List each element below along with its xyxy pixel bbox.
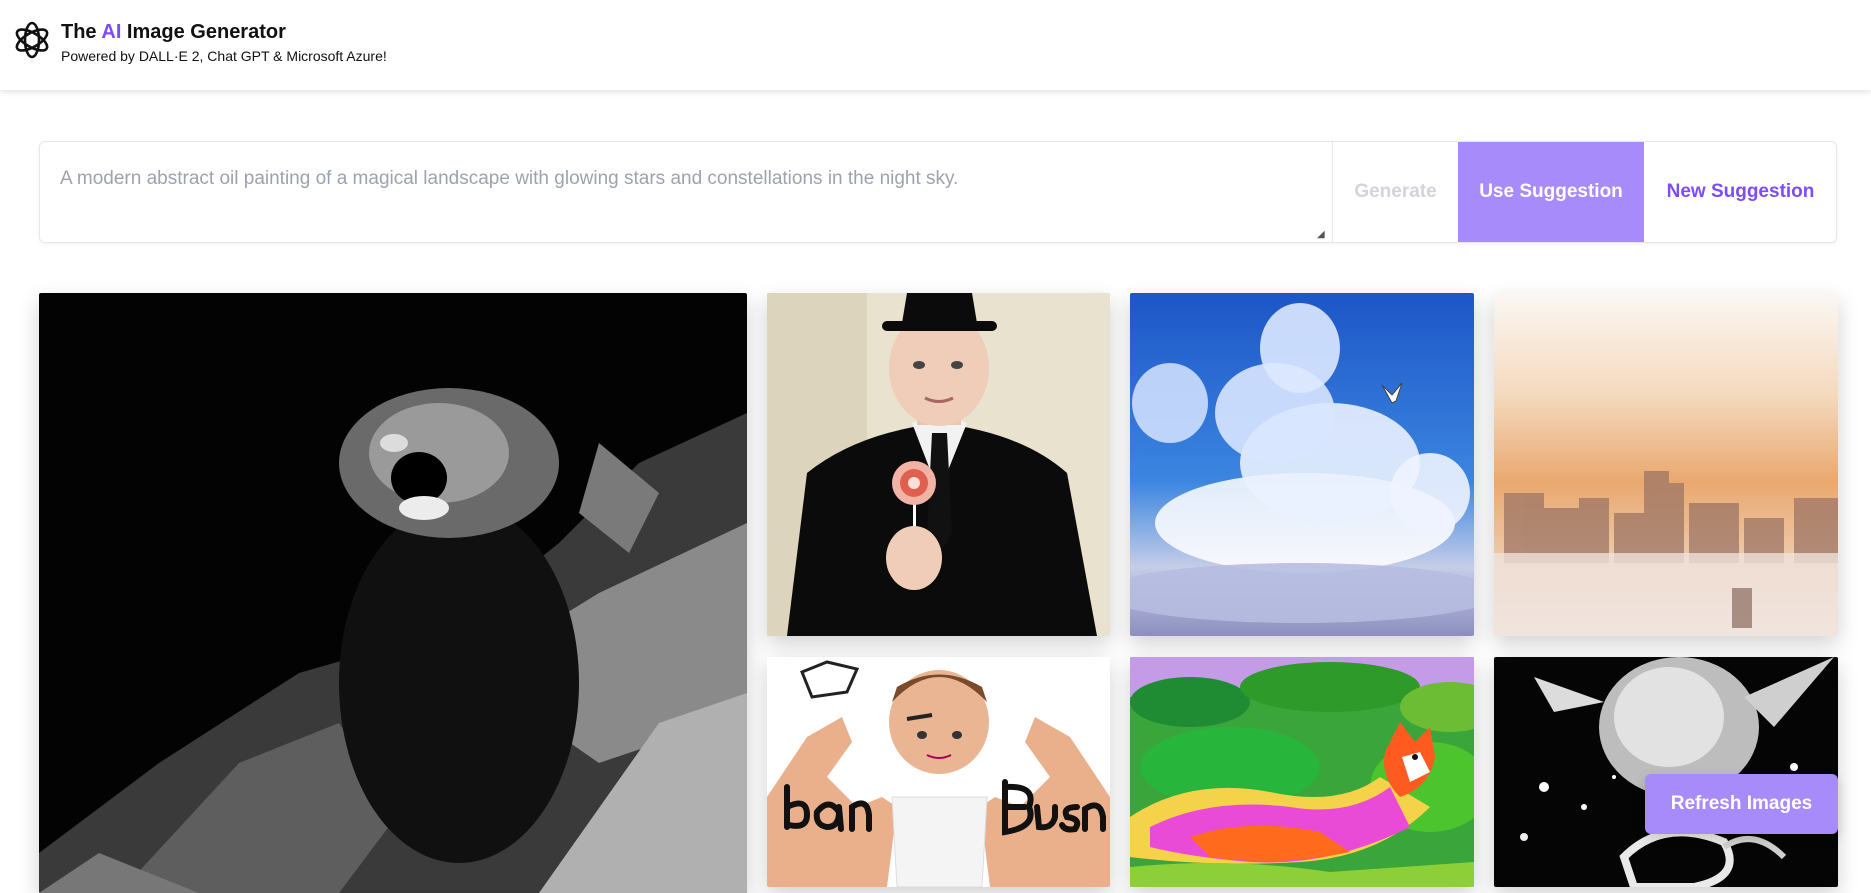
lion-artwork <box>39 293 747 893</box>
foggy-city-artwork <box>1494 293 1838 636</box>
gallery-image-cloud-sky[interactable] <box>1130 293 1474 636</box>
openai-logo-icon <box>15 21 49 59</box>
title-suffix: Image Generator <box>121 21 286 43</box>
gallery-image-cosmic-moon[interactable] <box>1494 657 1838 887</box>
gallery-image-foggy-city[interactable] <box>1494 293 1838 636</box>
generate-button[interactable]: Generate <box>1332 142 1458 242</box>
man-lollipop-artwork <box>767 293 1110 636</box>
app-title: The AI Image Generator <box>61 21 286 44</box>
title-prefix: The <box>61 21 102 43</box>
new-suggestion-button[interactable]: New Suggestion <box>1644 142 1836 242</box>
use-suggestion-button[interactable]: Use Suggestion <box>1458 142 1644 242</box>
app-subtitle: Powered by DALL·E 2, Chat GPT & Microsof… <box>61 48 387 64</box>
app-header: The AI Image Generator Powered by DALL·E… <box>0 0 1871 90</box>
cosmic-moon-artwork <box>1494 657 1838 887</box>
boy-flexing-artwork <box>767 657 1110 887</box>
gallery-image-colorful-fox[interactable] <box>1130 657 1474 887</box>
textarea-resize-handle-icon[interactable]: ◢ <box>1317 230 1327 240</box>
title-accent: AI <box>101 21 122 43</box>
gallery-image-boy-flexing[interactable] <box>767 657 1110 887</box>
gallery-image-lion[interactable] <box>39 293 747 893</box>
gallery-image-man-lollipop[interactable] <box>767 293 1110 636</box>
refresh-images-button[interactable]: Refresh Images <box>1645 774 1838 834</box>
prompt-form: ◢ Generate Use Suggestion New Suggestion <box>39 141 1837 243</box>
cloud-sky-artwork <box>1130 293 1474 636</box>
colorful-fox-artwork <box>1130 657 1474 887</box>
prompt-input[interactable] <box>40 142 1332 242</box>
